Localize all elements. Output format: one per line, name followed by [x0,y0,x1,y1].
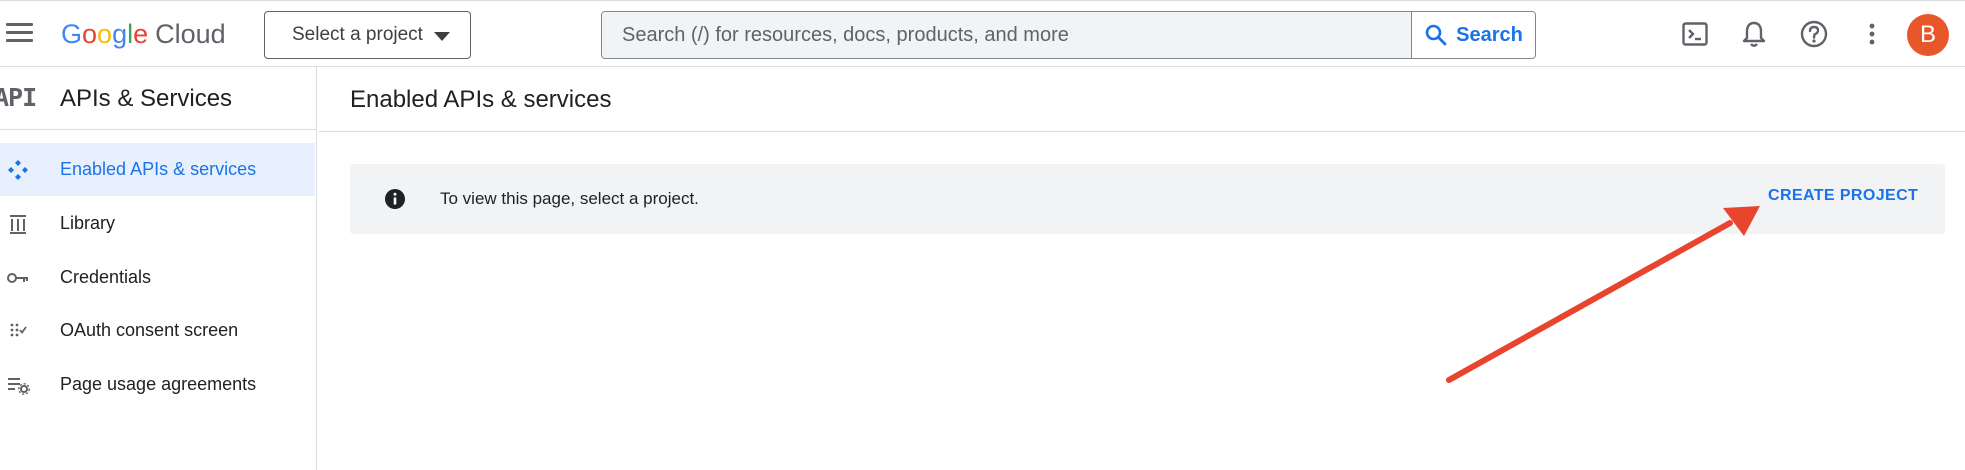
sidebar-item-label: Page usage agreements [60,374,257,394]
sidebar-header: API APIs & Services [0,67,316,130]
library-icon [5,211,31,237]
banner-message: To view this page, select a project. [440,189,699,208]
sidebar-item-oauth-consent[interactable]: OAuth consent screen [0,304,315,357]
sidebar-item-page-usage-agreements[interactable]: Page usage agreements [0,358,315,411]
sidebar-item-credentials[interactable]: Credentials [0,251,315,304]
avatar-initial: B [1919,21,1936,48]
account-avatar[interactable]: B [1907,14,1949,56]
main-menu-icon[interactable] [6,23,33,45]
page-title: Enabled APIs & services [350,86,612,113]
oauth-consent-icon [5,318,31,344]
sidebar-item-library[interactable]: Library [0,197,315,250]
main-header: Enabled APIs & services [319,67,1965,132]
sidebar-item-label: Library [60,213,116,233]
logo-letter: g [112,19,128,49]
logo-letter: o [82,19,98,49]
google-cloud-logo[interactable]: Google Cloud [61,17,226,51]
project-picker-label: Select a project [292,24,423,45]
search-button-label: Search [1456,23,1523,46]
key-icon [5,265,31,291]
search-button[interactable]: Search [1411,12,1535,58]
sidebar-item-label: Credentials [60,267,152,287]
logo-letter: o [97,19,113,49]
sidebar-item-enabled-apis[interactable]: Enabled APIs & services [0,143,315,196]
more-vert-icon[interactable] [1855,17,1889,51]
logo-letter: e [133,19,149,49]
logo-product-name: Cloud [155,19,226,49]
search-input[interactable] [602,12,1411,58]
sidebar-item-label: Enabled APIs & services [60,159,257,179]
search-icon [1425,24,1447,46]
search-bar: Search [601,11,1536,59]
logo-letter: G [61,19,83,49]
info-icon [385,189,405,209]
sidebar-title: APIs & Services [60,85,233,112]
select-project-banner: To view this page, select a project. CRE… [350,164,1945,234]
page-usage-settings-icon [5,372,31,398]
notifications-icon[interactable] [1737,17,1771,51]
caret-down-icon [434,32,450,41]
project-picker-button[interactable]: Select a project [264,11,471,59]
api-icon: API [0,83,37,112]
create-project-link[interactable]: CREATE PROJECT [1768,187,1918,205]
top-bar: Google Cloud Select a project Search (/)… [0,0,1965,67]
help-icon[interactable] [1797,17,1831,51]
sidebar: API APIs & Services Enabled APIs & servi… [0,67,317,470]
cloud-shell-icon[interactable] [1678,17,1712,51]
enabled-apis-icon [5,157,31,183]
sidebar-item-label: OAuth consent screen [60,320,239,340]
